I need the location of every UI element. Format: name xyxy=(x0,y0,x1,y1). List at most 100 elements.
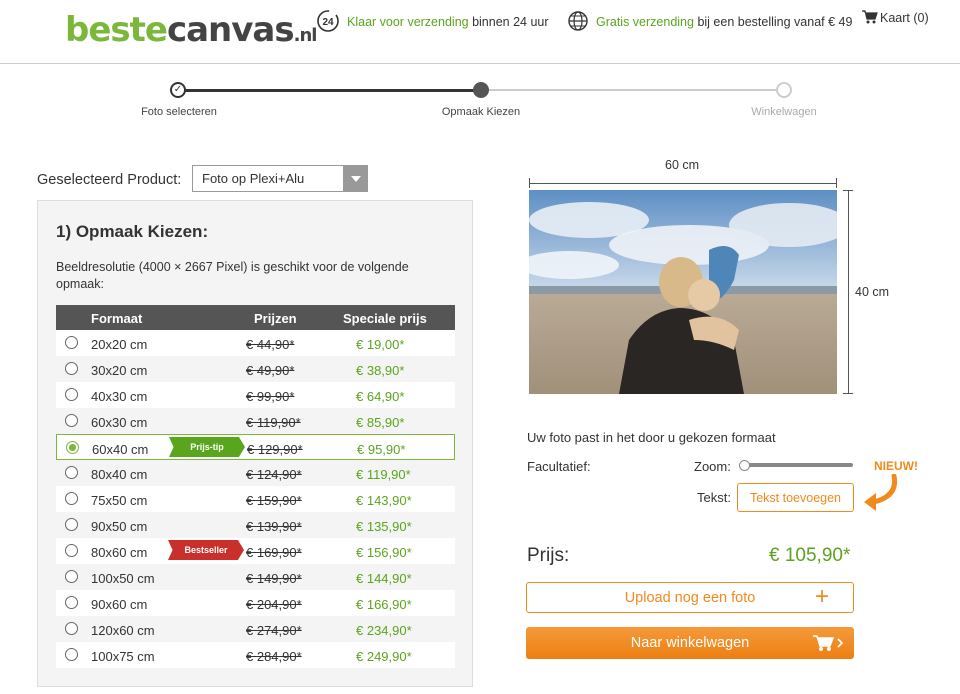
table-row[interactable]: 90x50 cm € 139,90* € 135,90* xyxy=(56,512,455,538)
format-radio[interactable] xyxy=(65,622,78,635)
progress-steps: ✓ Foto selecteren Opmaak Kiezen Winkelwa… xyxy=(0,76,960,126)
format-special-price: € 144,90* xyxy=(356,571,412,586)
format-size: 90x50 cm xyxy=(91,519,148,534)
step-label-winkelwagen: Winkelwagen xyxy=(751,106,817,118)
format-radio[interactable] xyxy=(65,544,78,557)
format-table: Formaat Prijzen Speciale prijs 20x20 cm €… xyxy=(56,305,455,668)
panel-title: 1) Opmaak Kiezen: xyxy=(56,222,209,241)
product-select[interactable]: Foto op Plexi+Alu xyxy=(192,165,368,192)
format-old-price: € 274,90* xyxy=(246,623,302,638)
table-row[interactable]: 30x20 cm € 49,90* € 38,90* xyxy=(56,356,455,382)
table-row[interactable]: 90x60 cm € 204,90* € 166,90* xyxy=(56,590,455,616)
delivery-badge: 24 xyxy=(322,17,334,28)
table-row[interactable]: 120x60 cm € 274,90* € 234,90* xyxy=(56,616,455,642)
format-special-price: € 119,90* xyxy=(356,467,411,482)
format-special-price: € 166,90* xyxy=(356,597,412,612)
cart-icon xyxy=(862,10,878,27)
price-label: Prijs: xyxy=(527,545,570,566)
format-size: 75x50 cm xyxy=(91,493,148,508)
product-label: Geselecteerd Product: xyxy=(37,172,182,188)
new-badge: NIEUW! xyxy=(874,459,918,473)
plus-icon: + xyxy=(814,583,829,610)
format-old-price: € 119,90* xyxy=(246,415,301,430)
table-row[interactable]: 20x20 cm € 44,90* € 19,00* xyxy=(56,330,455,356)
upload-another-photo-button[interactable]: Upload nog een foto + xyxy=(526,582,854,613)
step-label-opmaak-kiezen: Opmaak Kiezen xyxy=(441,106,521,118)
table-row[interactable]: 75x50 cm € 159,90* € 143,90* xyxy=(56,486,455,512)
cart-link[interactable]: Kaart (0) xyxy=(862,10,929,27)
format-size: 80x60 cm xyxy=(91,545,148,560)
optional-label: Facultatief: xyxy=(527,459,591,474)
add-text-button[interactable]: Tekst toevoegen xyxy=(737,483,854,512)
format-size: 30x20 cm xyxy=(91,363,148,378)
format-old-price: € 44,90* xyxy=(246,337,295,352)
table-body: 20x20 cm € 44,90* € 19,00* 30x20 cm € 49,90*… xyxy=(56,330,455,668)
ribbon-badge: Bestseller xyxy=(168,540,244,560)
format-radio[interactable] xyxy=(65,492,78,505)
width-label: 60 cm xyxy=(665,158,700,172)
format-old-price: € 49,90* xyxy=(246,363,295,378)
shipping-info: Gratis verzending bij een bestelling van… xyxy=(566,10,852,35)
step-3-dot xyxy=(776,82,792,98)
format-size: 100x75 cm xyxy=(91,649,155,664)
format-radio[interactable] xyxy=(65,648,78,661)
table-row[interactable]: 80x60 cm € 169,90* € 156,90* Bestseller xyxy=(56,538,455,564)
height-label: 40 cm xyxy=(855,285,890,299)
format-size: 90x60 cm xyxy=(91,597,148,612)
site-logo[interactable]: bestecanvas.nl xyxy=(65,10,318,50)
format-radio[interactable] xyxy=(65,596,78,609)
table-row[interactable]: 100x50 cm € 149,90* € 144,90* xyxy=(56,564,455,590)
go-to-cart-button[interactable]: Naar winkelwagen xyxy=(526,627,854,659)
step-1-check-icon[interactable]: ✓ xyxy=(170,82,186,98)
column-header-prijzen: Prijzen xyxy=(254,311,297,326)
format-size: 120x60 cm xyxy=(91,623,155,638)
format-radio[interactable] xyxy=(65,336,78,349)
format-special-price: € 156,90* xyxy=(356,545,412,560)
logo-part-tld: .nl xyxy=(293,25,318,46)
table-header: Formaat Prijzen Speciale prijs xyxy=(56,305,455,330)
column-header-speciale-prijs: Speciale prijs xyxy=(343,311,427,326)
upload-button-label: Upload nog een foto xyxy=(624,589,756,606)
format-radio[interactable] xyxy=(65,414,78,427)
table-row[interactable]: 80x40 cm € 124,90* € 119,90* xyxy=(56,460,455,486)
cart-label: Kaart (0) xyxy=(880,10,929,25)
format-old-price: € 169,90* xyxy=(246,545,302,560)
format-special-price: € 143,90* xyxy=(356,493,412,508)
logo-part-canvas: canvas xyxy=(166,10,295,50)
format-radio[interactable] xyxy=(65,362,78,375)
zoom-slider-handle[interactable] xyxy=(739,460,750,471)
photo-image xyxy=(529,190,837,394)
format-old-price: € 124,90* xyxy=(246,467,302,482)
zoom-slider[interactable] xyxy=(740,463,853,467)
format-radio[interactable] xyxy=(65,388,78,401)
format-old-price: € 99,90* xyxy=(246,389,295,404)
table-row[interactable]: 60x40 cm € 129,90* € 95,90* Prijs-tip xyxy=(56,434,455,460)
format-size: 40x30 cm xyxy=(91,389,148,404)
table-row[interactable]: 60x30 cm € 119,90* € 85,90* xyxy=(56,408,455,434)
fit-message: Uw foto past in het door u gekozen forma… xyxy=(527,430,776,445)
format-special-price: € 38,90* xyxy=(356,363,405,378)
format-size: 20x20 cm xyxy=(91,337,148,352)
delivery-rest: binnen 24 uur xyxy=(468,14,549,29)
format-radio[interactable] xyxy=(65,518,78,531)
site-header: bestecanvas.nl 24 Klaar voor verzending … xyxy=(0,0,960,64)
panel-description: Beeldresolutie (4000 × 2667 Pixel) is ge… xyxy=(56,260,409,291)
table-row[interactable]: 100x75 cm € 284,90* € 249,90* xyxy=(56,642,455,668)
delivery-highlight: Klaar voor verzending xyxy=(347,14,469,29)
table-row[interactable]: 40x30 cm € 99,90* € 64,90* xyxy=(56,382,455,408)
format-special-price: € 234,90* xyxy=(356,623,412,638)
curved-arrow-icon xyxy=(858,473,902,519)
format-size: 80x40 cm xyxy=(91,467,148,482)
format-radio[interactable] xyxy=(65,466,78,479)
shipping-rest: bij een bestelling vanaf € 49 xyxy=(693,14,853,29)
format-old-price: € 159,90* xyxy=(246,493,302,508)
format-special-price: € 95,90* xyxy=(357,442,406,457)
format-radio[interactable] xyxy=(66,441,79,454)
width-dimension-line xyxy=(529,178,837,188)
format-special-price: € 64,90* xyxy=(356,389,405,404)
step-label-foto-selecteren[interactable]: Foto selecteren xyxy=(141,106,217,118)
format-radio[interactable] xyxy=(65,570,78,583)
text-label: Tekst: xyxy=(697,490,731,505)
delivery-info: 24 Klaar voor verzending binnen 24 uur xyxy=(315,10,549,35)
format-old-price: € 139,90* xyxy=(246,519,302,534)
